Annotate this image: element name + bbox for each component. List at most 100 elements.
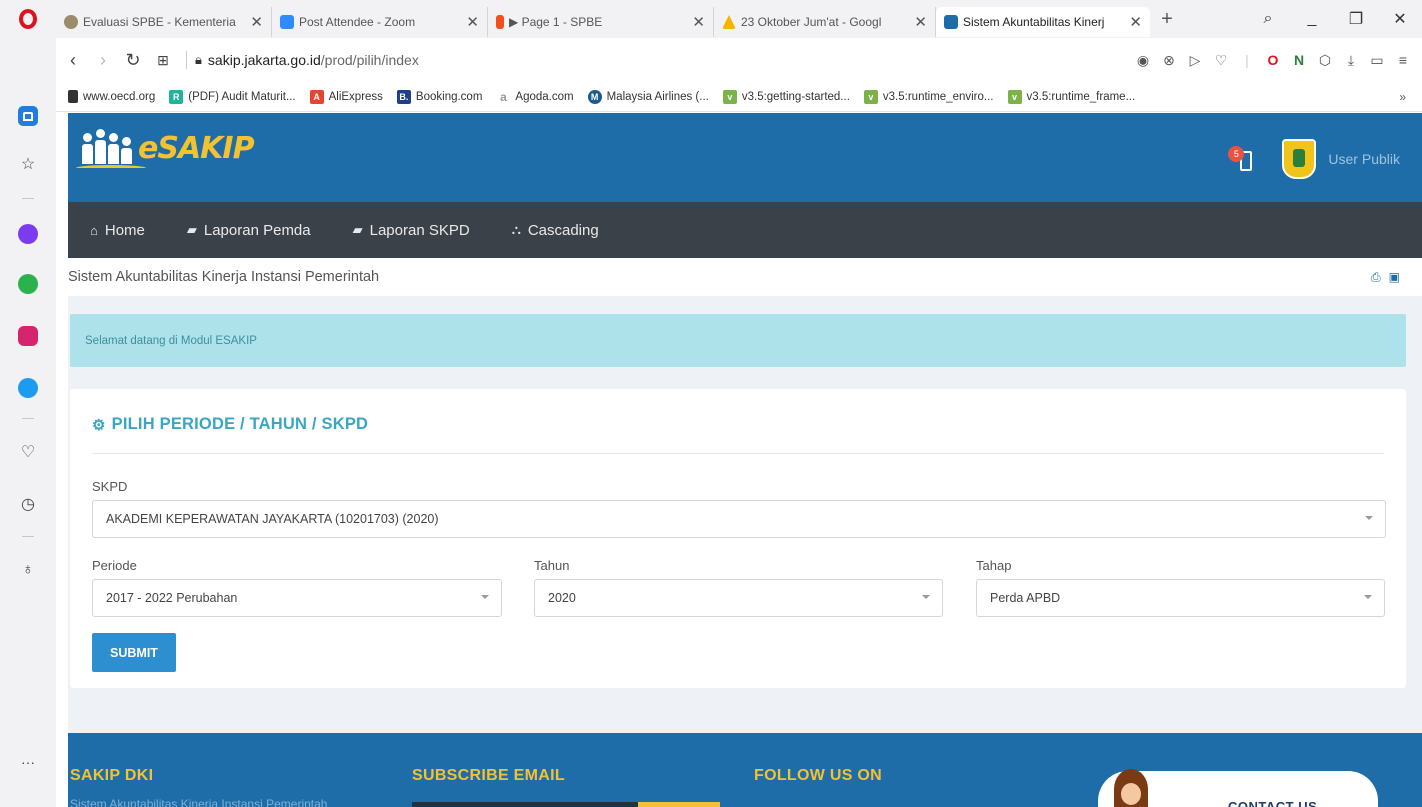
subscribe-button[interactable] — [638, 802, 720, 807]
shield-icon[interactable]: ⊗ — [1156, 52, 1182, 69]
opera-icon[interactable]: O — [1260, 52, 1286, 68]
tab-close-icon[interactable]: ✕ — [692, 13, 705, 31]
bookmarks-overflow-button[interactable]: » — [1399, 90, 1406, 104]
restore-icon[interactable]: ❐ — [1334, 9, 1378, 29]
bookmark-item[interactable]: v v3.5:runtime_enviro... — [863, 89, 994, 104]
skpd-label: SKPD — [92, 479, 128, 494]
chevron-down-icon — [922, 595, 930, 599]
select-value: 2020 — [548, 591, 576, 605]
contact-label[interactable]: CONTACT US — [1228, 799, 1317, 807]
divider: | — [1245, 52, 1249, 68]
speed-dial-icon[interactable]: ☆ — [18, 154, 38, 174]
subscribe-email-input[interactable] — [412, 802, 638, 807]
messenger-icon[interactable] — [18, 224, 38, 244]
bookmark-label: AliExpress — [328, 90, 383, 103]
bookmark-label: v3.5:runtime_enviro... — [882, 90, 994, 103]
close-window-icon[interactable]: ✕ — [1378, 9, 1422, 29]
nav-cascading[interactable]: ⛬ Cascading — [512, 222, 599, 239]
card-title: ⚙ PILIH PERIODE / TAHUN / SKPD — [92, 415, 368, 434]
jakarta-crest-avatar[interactable] — [1282, 139, 1317, 179]
history-icon[interactable]: ◷ — [18, 494, 38, 514]
chevron-down-icon — [1365, 516, 1373, 520]
tab-favicon-icon — [944, 15, 958, 29]
menu-icon[interactable]: ≡ — [1390, 52, 1416, 68]
submit-button[interactable]: SUBMIT — [92, 633, 176, 672]
cube-icon[interactable]: ⬡ — [1312, 52, 1338, 69]
tahap-select[interactable]: Perda APBD — [976, 579, 1385, 617]
tabs-grid-icon[interactable]: ⊞ — [148, 52, 178, 69]
periode-select[interactable]: 2017 - 2022 Perubahan — [92, 579, 502, 617]
browser-tab[interactable]: ▶ Page 1 - SPBE ✕ — [488, 7, 714, 37]
tab-close-icon[interactable]: ✕ — [1129, 13, 1142, 31]
browser-tab[interactable]: Evaluasi SPBE - Kementeria ✕ — [56, 7, 272, 37]
more-icon[interactable]: ··· — [18, 752, 38, 772]
bookmark-item[interactable]: M Malaysia Airlines (... — [587, 89, 709, 104]
bookmark-item[interactable]: A AliExpress — [309, 89, 383, 104]
malaysia-airlines-icon: M — [587, 89, 602, 104]
tab-close-icon[interactable]: ✕ — [466, 13, 479, 31]
sitemap-icon: ⛬ — [511, 222, 521, 237]
browser-tab[interactable]: 23 Oktober Jum'at - Googl ✕ — [714, 7, 936, 37]
bookmark-label: Malaysia Airlines (... — [606, 90, 709, 103]
select-value: Perda APBD — [990, 591, 1061, 605]
print-icon[interactable]: ⎙ — [1371, 270, 1381, 285]
new-tab-button[interactable]: + — [1154, 8, 1180, 31]
reload-icon[interactable]: ↻ — [118, 50, 148, 71]
user-name[interactable]: User Publik — [1328, 151, 1400, 167]
instagram-icon[interactable] — [18, 326, 38, 346]
export-icon[interactable]: ▣ — [1389, 270, 1400, 285]
browser-tab[interactable]: Post Attendee - Zoom ✕ — [272, 7, 488, 37]
select-value: AKADEMI KEPERAWATAN JAYAKARTA (10201703)… — [106, 512, 439, 526]
url-domain: sakip.jakarta.go.id — [207, 52, 321, 68]
workspace-icon[interactable] — [18, 106, 38, 126]
opera-menu-button[interactable] — [0, 0, 56, 38]
esakip-logo[interactable]: eSAKIP — [76, 129, 255, 168]
logo-swoosh — [76, 165, 146, 171]
lightbulb-icon[interactable]: ♁ — [18, 560, 38, 580]
tab-close-icon[interactable]: ✕ — [250, 13, 263, 31]
book-icon: ▰ — [352, 222, 363, 237]
download-icon[interactable]: ⤓ — [1338, 52, 1364, 69]
bookmark-item[interactable]: B. Booking.com — [396, 89, 482, 104]
tahun-select[interactable]: 2020 — [534, 579, 943, 617]
search-tabs-icon[interactable]: ⌕ — [1246, 10, 1290, 28]
footer-heading: FOLLOW US ON — [754, 767, 883, 784]
twitter-icon[interactable] — [18, 378, 38, 398]
notification-button[interactable]: 5 — [1226, 144, 1256, 174]
bookmark-item[interactable]: v v3.5:runtime_frame... — [1007, 89, 1136, 104]
extension-icon[interactable]: N — [1286, 52, 1312, 68]
tab-close-icon[interactable]: ✕ — [914, 13, 927, 31]
document-icon — [68, 90, 78, 103]
address-bar-tools: ◉ ⊗ ▷ ♡ | O N ⬡ ⤓ ▭ ≡ — [1130, 52, 1422, 69]
web-page: eSAKIP 5 User Publik ⌂ Home ▰ Laporan Pe… — [68, 113, 1422, 807]
lock-icon[interactable]: 🔒︎ — [195, 52, 202, 68]
bookmark-item[interactable]: a Agoda.com — [496, 89, 574, 104]
back-icon[interactable]: ‹ — [58, 50, 88, 71]
nav-laporan-skpd[interactable]: ▰ Laporan SKPD — [353, 222, 470, 239]
site-footer: SAKIP DKI Sistem Akuntabilitas Kinerja I… — [68, 733, 1422, 807]
heart-bookmark-icon[interactable]: ♡ — [1208, 52, 1234, 69]
snapshot-icon[interactable]: ▭ — [1364, 52, 1390, 69]
heart-icon[interactable]: ♡ — [18, 442, 38, 462]
url-field[interactable]: sakip.jakarta.go.id/prod/pilih/index — [208, 52, 419, 68]
camera-icon[interactable]: ◉ — [1130, 52, 1156, 69]
bookmark-item[interactable]: v v3.5:getting-started... — [722, 89, 850, 104]
people-logo-icon — [82, 129, 134, 164]
bookmark-label: v3.5:runtime_frame... — [1026, 90, 1136, 103]
skpd-select[interactable]: AKADEMI KEPERAWATAN JAYAKARTA (10201703)… — [92, 500, 1386, 538]
browser-tab-active[interactable]: Sistem Akuntabilitas Kinerj ✕ — [936, 7, 1150, 37]
card-title-text: PILIH PERIODE / TAHUN / SKPD — [111, 415, 369, 433]
page-subheader: Sistem Akuntabilitas Kinerja Instansi Pe… — [68, 258, 1422, 296]
sidebar-divider — [22, 198, 34, 199]
nav-home[interactable]: ⌂ Home — [90, 222, 145, 239]
whatsapp-icon[interactable] — [18, 274, 38, 294]
bookmark-item[interactable]: R (PDF) Audit Maturit... — [169, 89, 296, 104]
forward-icon[interactable]: › — [88, 50, 118, 71]
bookmarks-bar: www.oecd.org R (PDF) Audit Maturit... A … — [56, 82, 1422, 112]
nav-laporan-pemda[interactable]: ▰ Laporan Pemda — [187, 222, 311, 239]
minimize-icon[interactable]: _ — [1290, 10, 1334, 28]
send-icon[interactable]: ▷ — [1182, 52, 1208, 69]
sidebar-divider — [22, 418, 34, 419]
docs-leaf-icon: v — [722, 89, 737, 104]
bookmark-item[interactable]: www.oecd.org — [68, 90, 155, 103]
